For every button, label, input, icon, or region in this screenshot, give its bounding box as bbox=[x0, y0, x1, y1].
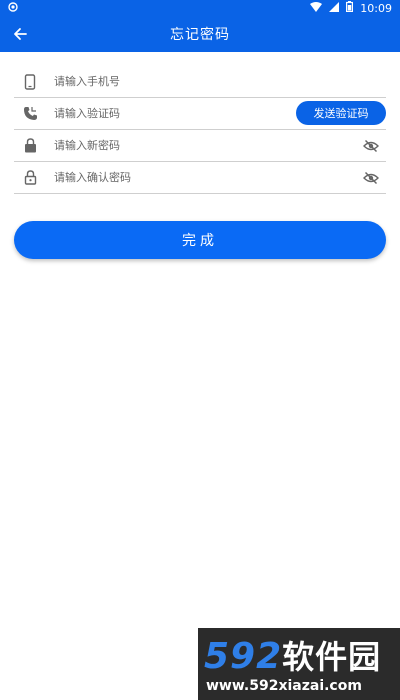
code-row: 发送验证码 bbox=[14, 98, 386, 130]
signal-icon bbox=[329, 1, 340, 15]
eye-off-icon[interactable] bbox=[362, 170, 380, 186]
status-right: 10:09 bbox=[310, 1, 392, 15]
confirm-password-row bbox=[14, 162, 386, 194]
status-left bbox=[8, 1, 18, 15]
watermark-logo: 592软件园 bbox=[204, 632, 381, 678]
status-bar: 10:09 bbox=[0, 0, 400, 16]
new-password-input[interactable] bbox=[54, 131, 386, 160]
battery-icon bbox=[346, 1, 354, 15]
watermark-url: www.592xiazai.com bbox=[206, 678, 362, 694]
eye-off-icon[interactable] bbox=[362, 138, 380, 154]
watermark-logo-number: 592 bbox=[204, 636, 283, 677]
app-bar: 忘记密码 bbox=[0, 16, 400, 52]
page-title: 忘记密码 bbox=[170, 27, 230, 43]
send-code-button[interactable]: 发送验证码 bbox=[296, 101, 386, 125]
confirm-password-input[interactable] bbox=[54, 163, 386, 192]
arrow-left-icon bbox=[14, 28, 27, 40]
phone-row bbox=[14, 66, 386, 98]
watermark-logo-text: 软件园 bbox=[282, 638, 382, 676]
back-button[interactable] bbox=[10, 24, 30, 44]
lock-outline-icon bbox=[22, 170, 38, 186]
submit-button[interactable]: 完成 bbox=[14, 221, 386, 259]
watermark: 592软件园 www.592xiazai.com bbox=[198, 628, 400, 700]
wifi-icon bbox=[310, 1, 323, 15]
notification-icon bbox=[8, 1, 18, 15]
reset-password-form: 发送验证码 bbox=[14, 66, 386, 194]
new-password-row bbox=[14, 130, 386, 162]
lock-icon bbox=[22, 138, 38, 154]
mobile-phone-icon bbox=[22, 73, 38, 90]
phone-call-icon bbox=[22, 106, 38, 122]
phone-input[interactable] bbox=[54, 67, 386, 96]
status-time: 10:09 bbox=[360, 1, 392, 15]
